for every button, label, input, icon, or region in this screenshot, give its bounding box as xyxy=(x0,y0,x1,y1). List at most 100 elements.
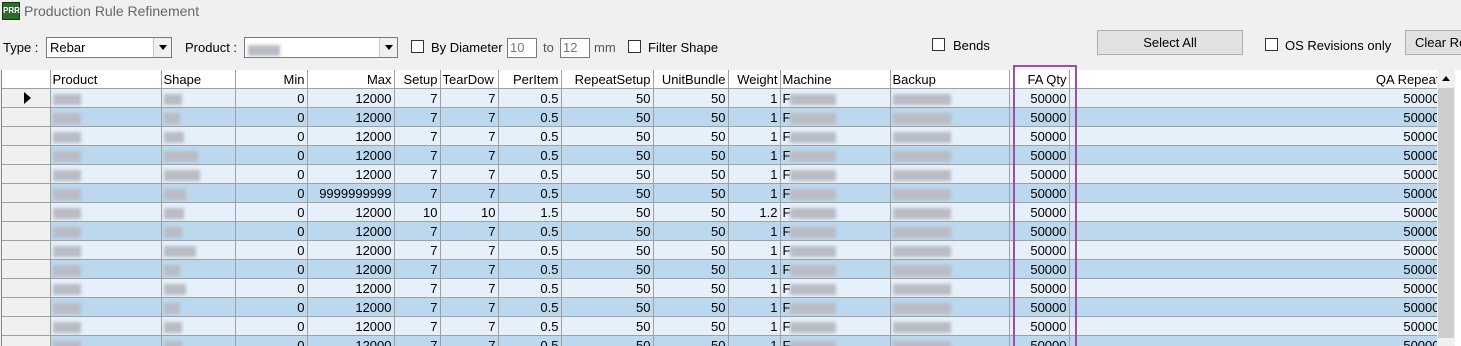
repeatsetup-cell[interactable]: 50 xyxy=(561,88,654,108)
filter-shape-checkbox[interactable] xyxy=(628,40,641,53)
machine-cell[interactable]: F xyxy=(780,297,891,317)
machine-cell[interactable]: F xyxy=(780,335,891,346)
product-cell[interactable] xyxy=(50,145,162,165)
teardown-cell[interactable]: 7 xyxy=(440,297,499,317)
unitbundle-cell[interactable]: 50 xyxy=(653,126,729,146)
peritem-cell[interactable]: 0.5 xyxy=(498,107,562,127)
row-header[interactable] xyxy=(2,126,51,146)
backup-cell[interactable] xyxy=(890,183,1010,203)
machine-cell[interactable]: F xyxy=(780,126,891,146)
backup-cell[interactable] xyxy=(890,164,1010,184)
setup-cell[interactable]: 7 xyxy=(394,278,441,298)
min-cell[interactable]: 0 xyxy=(235,221,308,241)
min-cell[interactable]: 0 xyxy=(235,335,308,346)
unitbundle-cell[interactable]: 50 xyxy=(653,88,729,108)
peritem-cell[interactable]: 1.5 xyxy=(498,202,562,222)
backup-cell[interactable] xyxy=(890,221,1010,241)
setup-cell[interactable]: 7 xyxy=(394,297,441,317)
unitbundle-cell[interactable]: 50 xyxy=(653,107,729,127)
max-cell[interactable]: 12000 xyxy=(307,164,395,184)
repeatsetup-cell[interactable]: 50 xyxy=(561,202,654,222)
row-header[interactable] xyxy=(2,316,51,336)
col-header-peritem[interactable]: PerItem xyxy=(498,70,562,89)
max-cell[interactable]: 9999999999 xyxy=(307,183,395,203)
table-row[interactable]: 0 12000 7 7 0.5 50 50 1 F 50000 50000 xyxy=(2,126,1443,146)
os-revisions-checkbox[interactable] xyxy=(1265,38,1278,51)
qa-repeat-cell[interactable]: 50000 xyxy=(1069,278,1443,298)
product-cell[interactable] xyxy=(50,126,162,146)
max-cell[interactable]: 12000 xyxy=(307,107,395,127)
backup-cell[interactable] xyxy=(890,145,1010,165)
machine-cell[interactable]: F xyxy=(780,259,891,279)
row-header[interactable] xyxy=(2,240,51,260)
max-cell[interactable]: 12000 xyxy=(307,145,395,165)
weight-cell[interactable]: 1 xyxy=(728,297,781,317)
machine-cell[interactable]: F xyxy=(780,202,891,222)
product-cell[interactable] xyxy=(50,164,162,184)
repeatsetup-cell[interactable]: 50 xyxy=(561,183,654,203)
row-header[interactable] xyxy=(2,145,51,165)
col-header-min[interactable]: Min xyxy=(235,70,308,89)
col-header-repeatsetup[interactable]: RepeatSetup xyxy=(561,70,654,89)
weight-cell[interactable]: 1 xyxy=(728,126,781,146)
repeatsetup-cell[interactable]: 50 xyxy=(561,240,654,260)
table-row[interactable]: 0 12000 7 7 0.5 50 50 1 F 50000 50000 xyxy=(2,259,1443,279)
backup-cell[interactable] xyxy=(890,335,1010,346)
unitbundle-cell[interactable]: 50 xyxy=(653,297,729,317)
setup-cell[interactable]: 7 xyxy=(394,107,441,127)
teardown-cell[interactable]: 7 xyxy=(440,278,499,298)
teardown-cell[interactable]: 7 xyxy=(440,126,499,146)
col-header-shape[interactable]: Shape xyxy=(161,70,236,89)
row-header[interactable] xyxy=(2,107,51,127)
product-cell[interactable] xyxy=(50,335,162,346)
unitbundle-cell[interactable]: 50 xyxy=(653,145,729,165)
min-cell[interactable]: 0 xyxy=(235,145,308,165)
setup-cell[interactable]: 7 xyxy=(394,164,441,184)
table-row[interactable]: 0 9999999999 7 7 0.5 50 50 1 F 50000 50000 xyxy=(2,183,1443,203)
table-row[interactable]: 0 12000 7 7 0.5 50 50 1 F 50000 50000 xyxy=(2,240,1443,260)
setup-cell[interactable]: 7 xyxy=(394,259,441,279)
machine-cell[interactable]: F xyxy=(780,183,891,203)
min-cell[interactable]: 0 xyxy=(235,240,308,260)
qa-repeat-cell[interactable]: 50000 xyxy=(1069,240,1443,260)
row-header[interactable] xyxy=(2,221,51,241)
type-select[interactable]: Rebar xyxy=(46,37,172,58)
unitbundle-cell[interactable]: 50 xyxy=(653,164,729,184)
product-cell[interactable] xyxy=(50,278,162,298)
teardown-cell[interactable]: 7 xyxy=(440,183,499,203)
shape-cell[interactable] xyxy=(161,88,236,108)
row-header[interactable] xyxy=(2,259,51,279)
unitbundle-cell[interactable]: 50 xyxy=(653,240,729,260)
qa-repeat-cell[interactable]: 50000 xyxy=(1069,145,1443,165)
table-row[interactable]: 0 12000 7 7 0.5 50 50 1 F 50000 50000 xyxy=(2,316,1443,336)
product-cell[interactable] xyxy=(50,297,162,317)
peritem-cell[interactable]: 0.5 xyxy=(498,183,562,203)
setup-cell[interactable]: 7 xyxy=(394,145,441,165)
min-cell[interactable]: 0 xyxy=(235,316,308,336)
col-header-unitbundle[interactable]: UnitBundle xyxy=(653,70,729,89)
product-select[interactable] xyxy=(244,37,398,58)
product-cell[interactable] xyxy=(50,316,162,336)
max-cell[interactable]: 12000 xyxy=(307,221,395,241)
chevron-down-icon[interactable] xyxy=(379,38,397,57)
product-cell[interactable] xyxy=(50,107,162,127)
weight-cell[interactable]: 1 xyxy=(728,107,781,127)
backup-cell[interactable] xyxy=(890,107,1010,127)
shape-cell[interactable] xyxy=(161,183,236,203)
setup-cell[interactable]: 10 xyxy=(394,202,441,222)
backup-cell[interactable] xyxy=(890,240,1010,260)
machine-cell[interactable]: F xyxy=(780,107,891,127)
shape-cell[interactable] xyxy=(161,259,236,279)
table-row[interactable]: 0 12000 7 7 0.5 50 50 1 F 50000 50000 xyxy=(2,164,1443,184)
col-header-weight[interactable]: Weight xyxy=(728,70,781,89)
peritem-cell[interactable]: 0.5 xyxy=(498,240,562,260)
shape-cell[interactable] xyxy=(161,335,236,346)
max-cell[interactable]: 12000 xyxy=(307,240,395,260)
shape-cell[interactable] xyxy=(161,164,236,184)
unitbundle-cell[interactable]: 50 xyxy=(653,316,729,336)
min-cell[interactable]: 0 xyxy=(235,297,308,317)
clear-button[interactable]: Clear Re xyxy=(1405,30,1461,55)
machine-cell[interactable]: F xyxy=(780,221,891,241)
weight-cell[interactable]: 1 xyxy=(728,240,781,260)
teardown-cell[interactable]: 7 xyxy=(440,259,499,279)
